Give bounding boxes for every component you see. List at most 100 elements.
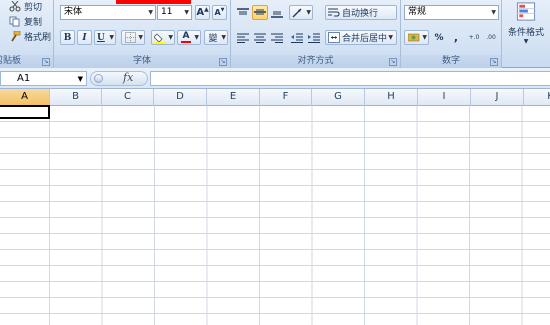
column-header-h[interactable]: H — [365, 89, 418, 106]
number-format-select[interactable]: 常规 ▼ — [404, 5, 499, 20]
merge-center-button[interactable]: 合并后居中 ▼ — [325, 30, 397, 45]
increase-decimal-button[interactable]: +.0 — [466, 30, 482, 45]
paint-bucket-icon — [154, 32, 166, 44]
column-header-g[interactable]: G — [312, 89, 365, 106]
decrease-decimal-button[interactable]: .00 — [483, 30, 499, 45]
alignment-dialog-launcher[interactable]: ↘ — [389, 58, 397, 66]
alignment-group-label: 对齐方式 — [231, 55, 400, 68]
worksheet-grid[interactable] — [0, 106, 550, 325]
column-header-d[interactable]: D — [154, 89, 207, 106]
font-size-select[interactable]: 11 ▼ — [157, 5, 192, 20]
copy-button[interactable]: 复制 — [9, 15, 42, 28]
column-header-k[interactable]: K — [524, 89, 550, 106]
selected-cell-a1[interactable] — [0, 105, 50, 119]
name-box[interactable]: A1 ▼ — [0, 71, 87, 86]
increase-indent-button[interactable] — [306, 30, 322, 45]
chevron-down-icon: ▼ — [77, 75, 83, 83]
decrease-decimal-label: .00 — [486, 33, 496, 41]
chevron-down-icon: ▼ — [168, 34, 173, 41]
align-right-button[interactable] — [269, 30, 285, 45]
bold-button[interactable]: B — [60, 30, 75, 45]
align-left-icon — [237, 33, 249, 43]
align-left-button[interactable] — [235, 30, 251, 45]
conditional-formatting-icon — [516, 2, 536, 21]
formula-bar-controls — [90, 71, 148, 86]
clipboard-group-text: 剪贴板 — [0, 56, 22, 66]
phonetic-guide-button[interactable]: 變 ▼ — [204, 30, 228, 45]
font-color-label: A — [182, 31, 190, 41]
grow-font-label: A — [196, 7, 205, 18]
merge-cells-icon — [328, 32, 340, 43]
font-color-swatch — [181, 41, 191, 43]
cut-label: 剪切 — [24, 3, 43, 13]
chevron-down-icon: ▼ — [306, 9, 311, 16]
number-dialog-launcher[interactable]: ↘ — [490, 58, 498, 66]
font-color-button[interactable]: A ▼ — [177, 30, 201, 45]
number-group: 常规 ▼ ▼ % , +.0 .00 数字 ↘ — [401, 0, 502, 68]
circle-handle-icon[interactable] — [94, 74, 103, 83]
wrap-text-label: 自动换行 — [342, 9, 379, 19]
column-header-f[interactable]: F — [260, 89, 312, 106]
chevron-down-icon: ▼ — [184, 9, 189, 16]
column-header-j[interactable]: J — [471, 89, 524, 106]
font-size-value: 11 — [161, 7, 173, 17]
italic-button[interactable]: I — [77, 30, 92, 45]
borders-icon — [124, 32, 136, 43]
decrease-indent-icon — [291, 33, 303, 43]
percent-style-button[interactable]: % — [432, 30, 446, 45]
column-header-b[interactable]: B — [50, 89, 102, 106]
phonetic-label: 變 — [208, 34, 218, 44]
column-header-e[interactable]: E — [207, 89, 260, 106]
insert-function-button[interactable]: fx — [123, 71, 133, 84]
format-painter-button[interactable]: 格式刷 — [9, 30, 51, 43]
chevron-down-icon: ▼ — [194, 34, 199, 41]
chevron-down-icon: ▼ — [491, 9, 496, 16]
accounting-format-button[interactable]: ▼ — [404, 30, 429, 45]
bold-label: B — [63, 32, 72, 43]
grow-font-button[interactable]: A ▲ — [195, 5, 210, 20]
wrap-text-button[interactable]: 自动换行 — [325, 5, 397, 20]
percent-label: % — [434, 32, 444, 43]
align-bottom-button[interactable] — [269, 5, 285, 20]
orientation-button[interactable]: ▼ — [289, 5, 313, 20]
fill-color-button[interactable]: ▼ — [151, 30, 175, 45]
shrink-font-icon: ▼ — [220, 7, 225, 13]
align-top-icon — [237, 7, 249, 14]
conditional-formatting-button[interactable]: 条件格式 ▼ — [504, 0, 548, 46]
chevron-down-icon: ▼ — [109, 34, 114, 41]
currency-icon — [407, 33, 419, 42]
ribbon: 剪切 复制 格式刷 剪贴板 ↘ 宋体 ▼ 11 ▼ — [0, 0, 550, 68]
column-header-i[interactable]: I — [418, 89, 471, 106]
borders-button[interactable]: ▼ — [121, 30, 145, 45]
cut-button[interactable]: 剪切 — [9, 0, 42, 13]
column-headers: A B C D E F G H I J K — [0, 89, 550, 106]
grow-font-icon: ▲ — [204, 6, 209, 13]
font-name-select[interactable]: 宋体 ▼ — [60, 5, 156, 20]
chevron-down-icon: ▼ — [388, 34, 393, 41]
align-center-icon — [254, 33, 266, 43]
column-header-c[interactable]: C — [102, 89, 154, 106]
font-name-value: 宋体 — [64, 7, 83, 17]
font-group: 宋体 ▼ 11 ▼ A ▲ A ▼ B I U ▼ ▼ ▼ A ▼ 變 ▼ 字体… — [54, 0, 231, 68]
name-box-value: A1 — [17, 73, 31, 84]
formula-input[interactable] — [150, 71, 550, 86]
scissors-icon — [9, 1, 21, 12]
number-group-label: 数字 — [401, 55, 501, 68]
underline-label: U — [97, 32, 105, 43]
wrap-text-icon — [328, 8, 340, 17]
column-header-a[interactable]: A — [0, 89, 50, 106]
align-middle-icon — [254, 9, 266, 14]
decrease-indent-button[interactable] — [289, 30, 305, 45]
align-top-button[interactable] — [235, 5, 251, 20]
shrink-font-button[interactable]: A ▼ — [212, 5, 227, 20]
comma-label: , — [453, 31, 459, 44]
format-painter-label: 格式刷 — [24, 33, 52, 43]
font-dialog-launcher[interactable]: ↘ — [219, 58, 227, 66]
align-center-button[interactable] — [252, 30, 268, 45]
align-middle-button[interactable] — [252, 5, 268, 20]
formula-bar: A1 ▼ fx — [0, 68, 550, 89]
clipboard-dialog-launcher[interactable]: ↘ — [42, 58, 50, 66]
underline-button[interactable]: U ▼ — [94, 30, 116, 45]
comma-style-button[interactable]: , — [449, 30, 463, 45]
clipboard-group: 剪切 复制 格式刷 剪贴板 ↘ — [0, 0, 54, 68]
